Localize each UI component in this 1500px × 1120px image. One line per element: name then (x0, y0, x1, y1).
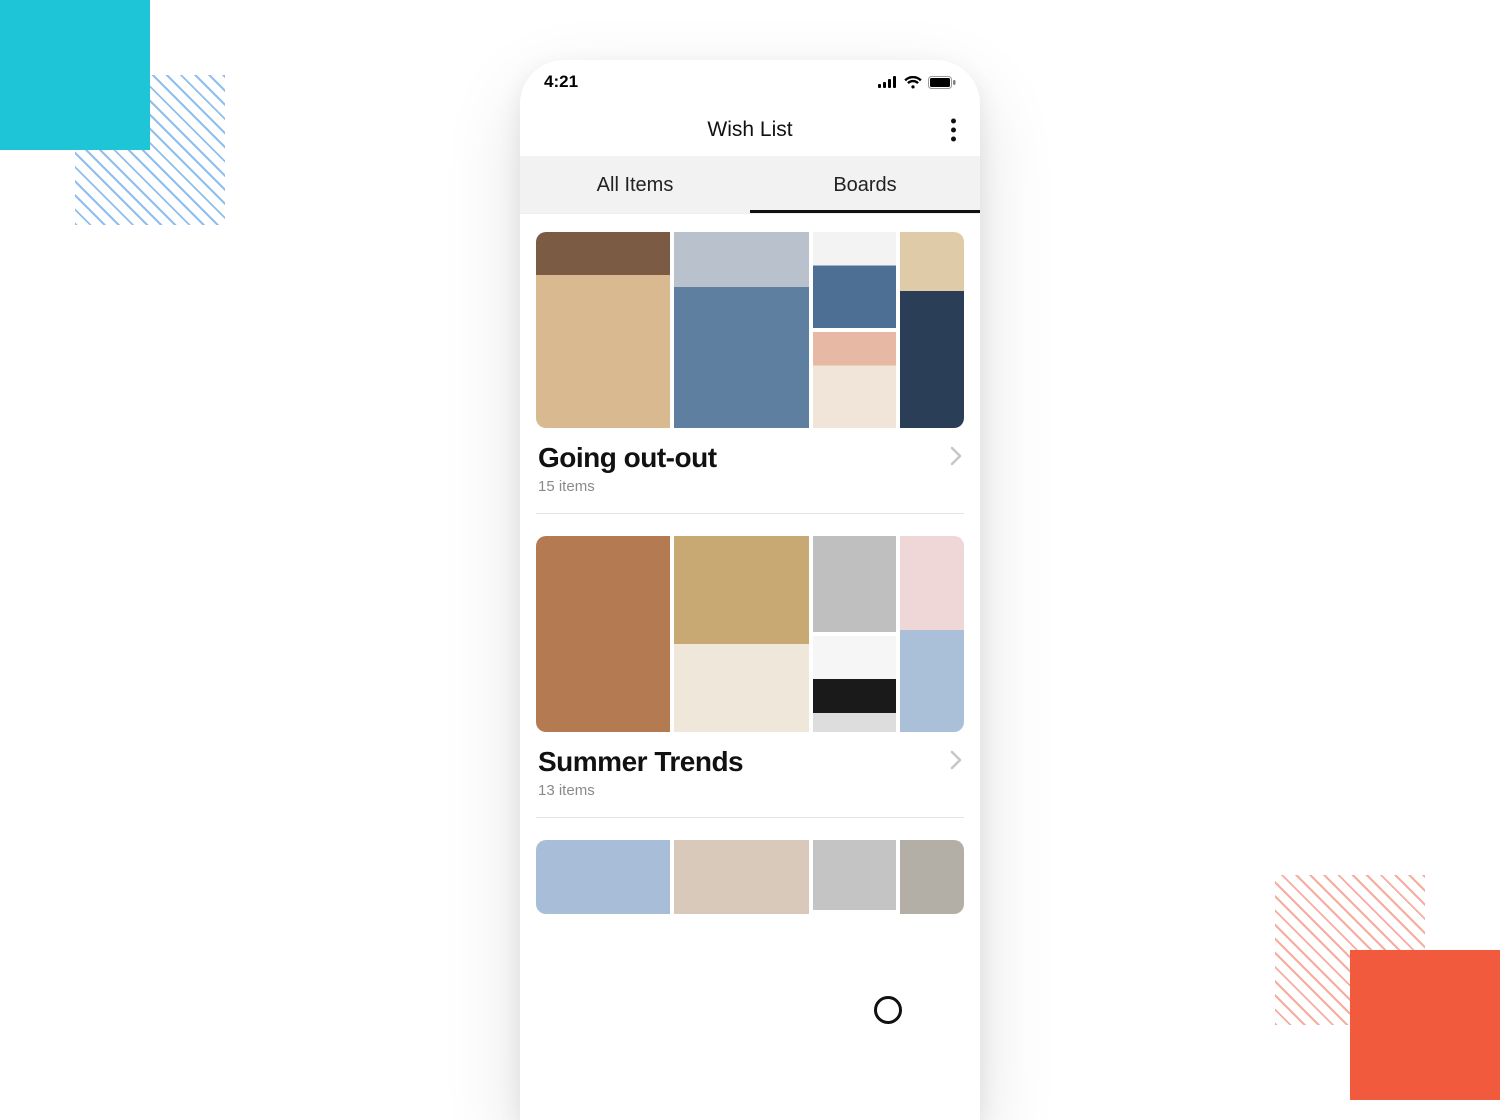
tab-all-items[interactable]: All Items (520, 156, 750, 213)
chevron-right-icon (950, 446, 962, 471)
page-title: Wish List (707, 118, 792, 142)
board-title: Summer Trends (538, 746, 743, 778)
board-collage (536, 840, 964, 914)
more-vertical-icon (951, 119, 956, 124)
board-title: Going out-out (538, 442, 717, 474)
board-thumbnail (674, 840, 808, 914)
wifi-icon (904, 76, 922, 89)
tab-bar: All Items Boards (520, 156, 980, 214)
board-thumbnail (813, 232, 896, 328)
board-card[interactable] (536, 840, 964, 914)
more-options-button[interactable] (945, 113, 962, 148)
board-item-count: 15 items (536, 478, 964, 513)
board-thumbnail (813, 840, 896, 910)
battery-icon (928, 76, 956, 89)
boards-list[interactable]: Going out-out 15 items Summer Trends (520, 214, 980, 914)
chevron-right-icon (950, 750, 962, 775)
cursor-indicator (874, 996, 902, 1024)
status-bar: 4:21 (520, 60, 980, 104)
tab-boards[interactable]: Boards (750, 156, 980, 213)
board-item-count: 13 items (536, 782, 964, 817)
board-thumbnail (900, 232, 964, 428)
board-thumbnail (536, 536, 670, 732)
status-time: 4:21 (544, 72, 578, 92)
divider (536, 817, 964, 818)
phone-frame: 4:21 Wish List All Items Boards (520, 60, 980, 1120)
cellular-icon (878, 76, 898, 88)
board-thumbnail (674, 232, 808, 428)
board-thumbnail (813, 536, 896, 632)
decor-red-square (1350, 950, 1500, 1100)
board-thumbnail (900, 536, 964, 732)
board-thumbnail (536, 840, 670, 914)
board-card[interactable]: Going out-out 15 items (536, 232, 964, 514)
board-card[interactable]: Summer Trends 13 items (536, 536, 964, 818)
board-thumbnail (900, 840, 964, 914)
decor-cyan-square (0, 0, 150, 150)
board-collage (536, 536, 964, 732)
board-thumbnail (536, 232, 670, 428)
header: Wish List (520, 104, 980, 156)
board-thumbnail (674, 536, 808, 732)
board-thumbnail (813, 332, 896, 428)
board-thumbnail (813, 636, 896, 732)
divider (536, 513, 964, 514)
board-collage (536, 232, 964, 428)
